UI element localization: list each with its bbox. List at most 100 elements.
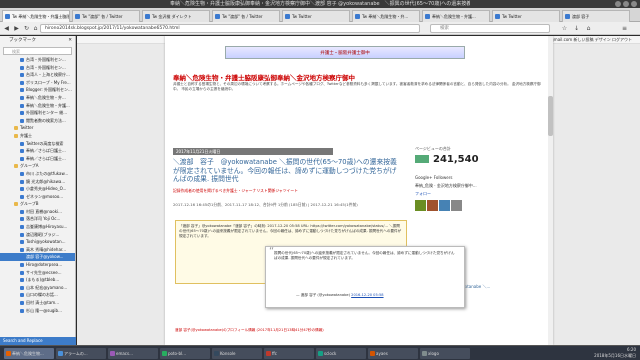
bookmark-folder[interactable]: グループA xyxy=(0,162,75,170)
bookmark-folder[interactable]: グループB xyxy=(0,200,75,208)
bookmark-item[interactable]: 山本 紀宏@yamano... xyxy=(0,284,75,292)
close-button[interactable] xyxy=(631,1,637,7)
taskbar-item[interactable]: xlogo xyxy=(420,348,470,359)
bookmark-item[interactable]: サイ先生@ecsee... xyxy=(0,269,75,277)
avatar[interactable] xyxy=(439,200,450,211)
bookmark-label: 村田 直樹@naoki... xyxy=(26,208,62,214)
favicon-icon xyxy=(20,65,24,70)
page-scrollbar[interactable] xyxy=(548,36,553,345)
post-title[interactable]: ＼渡部 容子 @yokowatanabe ＼振問の世代(65〜70歳)への還来按… xyxy=(173,158,403,184)
bookmark-label: 山口の蝶のお話... xyxy=(26,292,58,298)
favicon-icon xyxy=(20,278,24,283)
bookmark-item[interactable]: 高木 秀晴@hidehar... xyxy=(0,246,75,254)
bookmark-item[interactable]: 吉峯康博@Hiroyasu... xyxy=(0,223,75,231)
bookmark-item[interactable]: 奉納／さらば日護士... xyxy=(0,147,75,155)
favicon-icon xyxy=(20,156,24,161)
bookmark-star-icon[interactable]: ☆ xyxy=(560,24,569,33)
bookmark-item[interactable]: ポリスロープ - My Fre... xyxy=(0,79,75,87)
taskbar-item[interactable]: emacs... xyxy=(108,348,158,359)
back-icon[interactable]: ◀ xyxy=(2,24,11,33)
tab-2[interactable]: Tw 金沢検 ダイレクト xyxy=(142,10,210,22)
clock[interactable]: 6:20 2018年5月16日水曜日 xyxy=(594,347,636,359)
taskbar-item[interactable]: Konsole xyxy=(212,348,262,359)
tab-1[interactable]: Tw "渡部" 各 / Twitter xyxy=(72,10,140,22)
favicon-icon xyxy=(20,209,24,214)
bookmark-item[interactable]: 台湾人・上海と検察庁... xyxy=(0,71,75,79)
bookmark-item[interactable]: 村田 直樹@naoki... xyxy=(0,208,75,216)
menu-icon[interactable]: ≡ xyxy=(620,24,629,33)
url-bar[interactable]: hirono2014sk.blogspot.jp/2017/11/yokowat… xyxy=(40,24,420,33)
bookmark-item[interactable]: 台湾・外国権利セン... xyxy=(0,64,75,72)
tab-3[interactable]: Tw "渡部" 各 / Twitter xyxy=(212,10,280,22)
tab-5[interactable]: Tw 奉納＼危険生物・弁... xyxy=(352,10,420,22)
minimize-button[interactable] xyxy=(615,1,621,7)
avatar[interactable] xyxy=(415,200,426,211)
search-input[interactable]: 検索 xyxy=(430,24,550,33)
maximize-button[interactable] xyxy=(623,1,629,7)
bookmark-label: 奉納＼危険生物・弁護... xyxy=(26,102,70,108)
follow-button[interactable]: フォロー xyxy=(415,191,547,196)
profile-info-link[interactable]: 渡部 容子(@yokowatanabe)のプロフィール情報 (2017年11月2… xyxy=(175,328,407,333)
taskbar-item[interactable]: アラームの... xyxy=(56,348,106,359)
bookmark-item[interactable]: 山口の蝶のお話... xyxy=(0,291,75,299)
home-icon[interactable]: ⌂ xyxy=(31,24,40,33)
bookmark-item[interactable]: 外国権利センター 総... xyxy=(0,109,75,117)
tab-0[interactable]: Tw 奉納＼危険生物・弁護士脇阪... xyxy=(2,10,70,22)
bookmark-item[interactable]: Hiro@doterpsea... xyxy=(0,261,75,269)
bookmark-item[interactable]: Toshi@yokowatan... xyxy=(0,238,75,246)
banner[interactable]: 弁護士・脇阪弁護士御中 xyxy=(225,46,465,59)
taskbar-item[interactable]: ayaes xyxy=(368,348,418,359)
bookmark-label: ポリスロープ - My Fre... xyxy=(26,79,71,85)
favicon-icon xyxy=(145,14,150,19)
taskbar-item[interactable]: ffc xyxy=(264,348,314,359)
bookmark-label: 閲覧者数の検索方法... xyxy=(26,117,66,123)
tab-7[interactable]: Tw Twitter xyxy=(492,10,560,22)
bookmark-item[interactable]: 台湾・外国権利セン... xyxy=(0,56,75,64)
bookmark-item[interactable]: 奉納＼危険生物・弁護... xyxy=(0,102,75,110)
tab-4[interactable]: Tw Twitter xyxy=(282,10,350,22)
sidebar-search-input[interactable]: 検索 xyxy=(3,47,72,55)
bookmark-item[interactable]: 渡辺雅昭(ブラジ... xyxy=(0,231,75,239)
bookmark-item[interactable]: (まもる)@tbleb... xyxy=(0,276,75,284)
scrollbar-thumb[interactable] xyxy=(548,96,553,136)
bookmark-item[interactable]: 鏡 光太郎@hikawa... xyxy=(0,178,75,186)
popup-link[interactable]: 2016-12-20 05:58 xyxy=(351,293,383,297)
profile-link[interactable]: 奉納_危険 · 金沢地方検察庁御中... xyxy=(415,183,547,188)
sidebar-footer[interactable]: Search and Replace xyxy=(0,337,76,345)
bookmark-item[interactable]: Twitterの高度な検索 xyxy=(0,140,75,148)
close-icon[interactable]: ✕ xyxy=(68,36,72,46)
downloads-icon[interactable]: ↓ xyxy=(572,24,581,33)
tab-label: Tw 奉納＼危険生物・弁... xyxy=(362,14,409,19)
post-subtitle[interactable]: 記録作成者の使用を掲げるべき弁護士・ジャーナリスト関係ジャツイート xyxy=(173,188,405,193)
bookmark-item[interactable]: Blogger: 外国権利セン... xyxy=(0,86,75,94)
tab-6[interactable]: 奉納＼危険生物・弁護... xyxy=(422,10,490,22)
taskbar-item[interactable]: 奉納＼危険生物... xyxy=(4,348,54,359)
bookmark-item[interactable]: 小倉秀夫@Hideo_O... xyxy=(0,185,75,193)
favicon-icon xyxy=(20,194,24,199)
home-button-icon[interactable]: ⌂ xyxy=(584,24,593,33)
bookmark-label: 市川 ぶたの@tfukaw... xyxy=(26,170,69,176)
favicon-icon xyxy=(5,14,10,19)
favicon-icon xyxy=(20,232,24,237)
bookmark-item[interactable]: 閲覧者数の検索方法... xyxy=(0,117,75,125)
bookmark-item[interactable]: 田村 清士@tam... xyxy=(0,299,75,307)
bookmark-item[interactable]: 渡部 容子@yokow... xyxy=(0,253,75,262)
avatar[interactable] xyxy=(451,200,462,211)
avatar[interactable] xyxy=(427,200,438,211)
bookmark-folder[interactable]: Twitter xyxy=(0,124,75,132)
bookmark-item[interactable]: 落合洋司 Yoji Oc... xyxy=(0,215,75,223)
bookmark-item[interactable]: 市川 ぶたの@tfukaw... xyxy=(0,170,75,178)
app-icon xyxy=(214,351,219,356)
bookmark-item[interactable]: ゼネラン@mosoo... xyxy=(0,193,75,201)
bookmark-folder[interactable]: 弁護士 xyxy=(0,132,75,140)
forward-icon[interactable]: ▶ xyxy=(12,24,21,33)
bookmark-item[interactable]: 杉山 隆一@sugib... xyxy=(0,307,75,315)
bookmark-item[interactable]: 奉納＼危険生物・弁... xyxy=(0,94,75,102)
bookmark-item[interactable]: 奉納／さらば日護士... xyxy=(0,155,75,163)
reload-icon[interactable]: ↻ xyxy=(22,24,31,33)
taskbar-item[interactable]: poto-bl... xyxy=(160,348,210,359)
taskbar-item[interactable]: sclock xyxy=(316,348,366,359)
blog-title[interactable]: 奉納＼危険生物・弁護士脇阪康弘御奉納＼金沢地方検察庁御中 xyxy=(173,72,545,82)
bookmark-label: 奉納／さらば日護士... xyxy=(26,148,66,154)
tab-8[interactable]: 渡部 容子 xyxy=(562,10,630,22)
